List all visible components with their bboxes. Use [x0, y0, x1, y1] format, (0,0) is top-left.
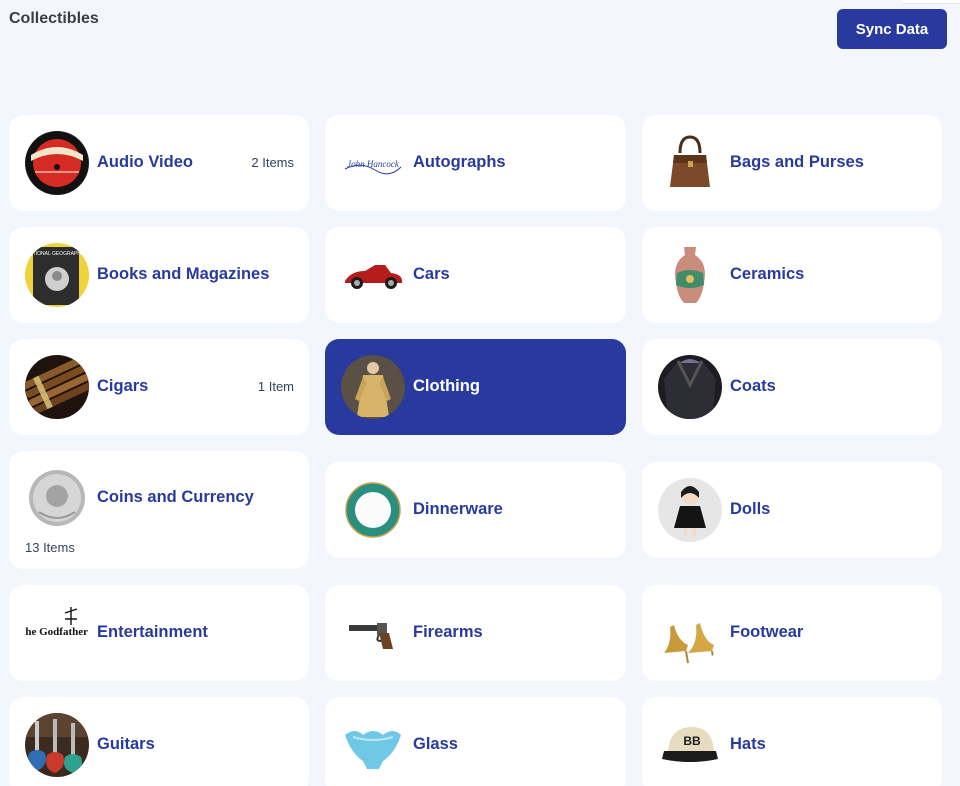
- item-count: 13 Items: [25, 540, 75, 555]
- category-label: Cars: [413, 265, 450, 283]
- item-count: 1 Item: [257, 379, 294, 394]
- category-grid: Audio Video 2 Items John Hancock Autographs…: [0, 0, 960, 786]
- category-label: Cigars: [97, 377, 149, 395]
- movie-poster-icon: The Godfather: [25, 601, 89, 665]
- guitar-icon: [25, 713, 89, 777]
- category-card[interactable]: NATIONAL GEOGRAPHIC Books and Magazines: [9, 227, 309, 323]
- glass-bowl-icon: [341, 713, 405, 777]
- category-label: Autographs: [413, 153, 506, 171]
- category-card[interactable]: Cigars 1 Item: [9, 339, 309, 435]
- coat-icon: [658, 355, 722, 419]
- category-card[interactable]: BB Hats: [642, 697, 942, 786]
- icon-lettering: The Godfather: [25, 626, 88, 638]
- category-card[interactable]: Dinnerware: [325, 462, 626, 558]
- category-card[interactable]: Coats: [642, 339, 942, 435]
- category-label: Bags and Purses: [730, 153, 864, 171]
- category-label: Books and Magazines: [97, 265, 270, 283]
- category-card[interactable]: Guitars: [9, 697, 309, 786]
- category-label: Hats: [730, 735, 766, 753]
- category-card[interactable]: Clothing: [325, 339, 626, 435]
- category-card[interactable]: Coins and Currency 13 Items: [9, 451, 309, 569]
- icon-lettering: BB: [683, 734, 701, 748]
- category-label: Coats: [730, 377, 776, 395]
- vinyl-record-icon: [25, 131, 89, 195]
- category-card[interactable]: The Godfather Entertainment: [9, 585, 309, 681]
- icon-lettering: John Hancock: [347, 159, 400, 169]
- category-card[interactable]: Audio Video 2 Items: [9, 115, 309, 211]
- magazine-icon: NATIONAL GEOGRAPHIC: [25, 243, 89, 307]
- category-card[interactable]: John Hancock Autographs: [325, 115, 626, 211]
- category-label: Ceramics: [730, 265, 805, 283]
- high-heels-icon: [658, 601, 722, 665]
- category-label: Firearms: [413, 623, 483, 641]
- category-label: Dolls: [730, 500, 771, 518]
- category-card[interactable]: Ceramics: [642, 227, 942, 323]
- revolver-icon: [341, 601, 405, 665]
- car-icon: [341, 243, 405, 307]
- category-card[interactable]: Cars: [325, 227, 626, 323]
- signature-icon: John Hancock: [341, 131, 405, 195]
- category-label: Clothing: [413, 377, 480, 395]
- doll-icon: [658, 478, 722, 542]
- cigar-icon: [25, 355, 89, 419]
- baseball-cap-icon: BB: [658, 713, 722, 777]
- clothing-icon: [341, 355, 405, 419]
- vase-icon: [658, 243, 722, 307]
- category-label: Audio Video: [97, 153, 193, 171]
- category-label: Guitars: [97, 735, 155, 753]
- plate-icon: [341, 478, 405, 542]
- category-label: Glass: [413, 735, 458, 753]
- category-label: Footwear: [730, 623, 804, 641]
- category-card[interactable]: Footwear: [642, 585, 942, 681]
- icon-lettering: NATIONAL GEOGRAPHIC: [26, 251, 86, 257]
- category-card[interactable]: Bags and Purses: [642, 115, 942, 211]
- category-label: Coins and Currency: [97, 488, 254, 506]
- item-count: 2 Items: [251, 155, 294, 170]
- handbag-icon: [658, 131, 722, 195]
- category-card[interactable]: Dolls: [642, 462, 942, 558]
- coin-icon: [25, 466, 89, 530]
- category-card[interactable]: Glass: [325, 697, 626, 786]
- category-card[interactable]: Firearms: [325, 585, 626, 681]
- category-label: Dinnerware: [413, 500, 503, 518]
- category-label: Entertainment: [97, 623, 208, 641]
